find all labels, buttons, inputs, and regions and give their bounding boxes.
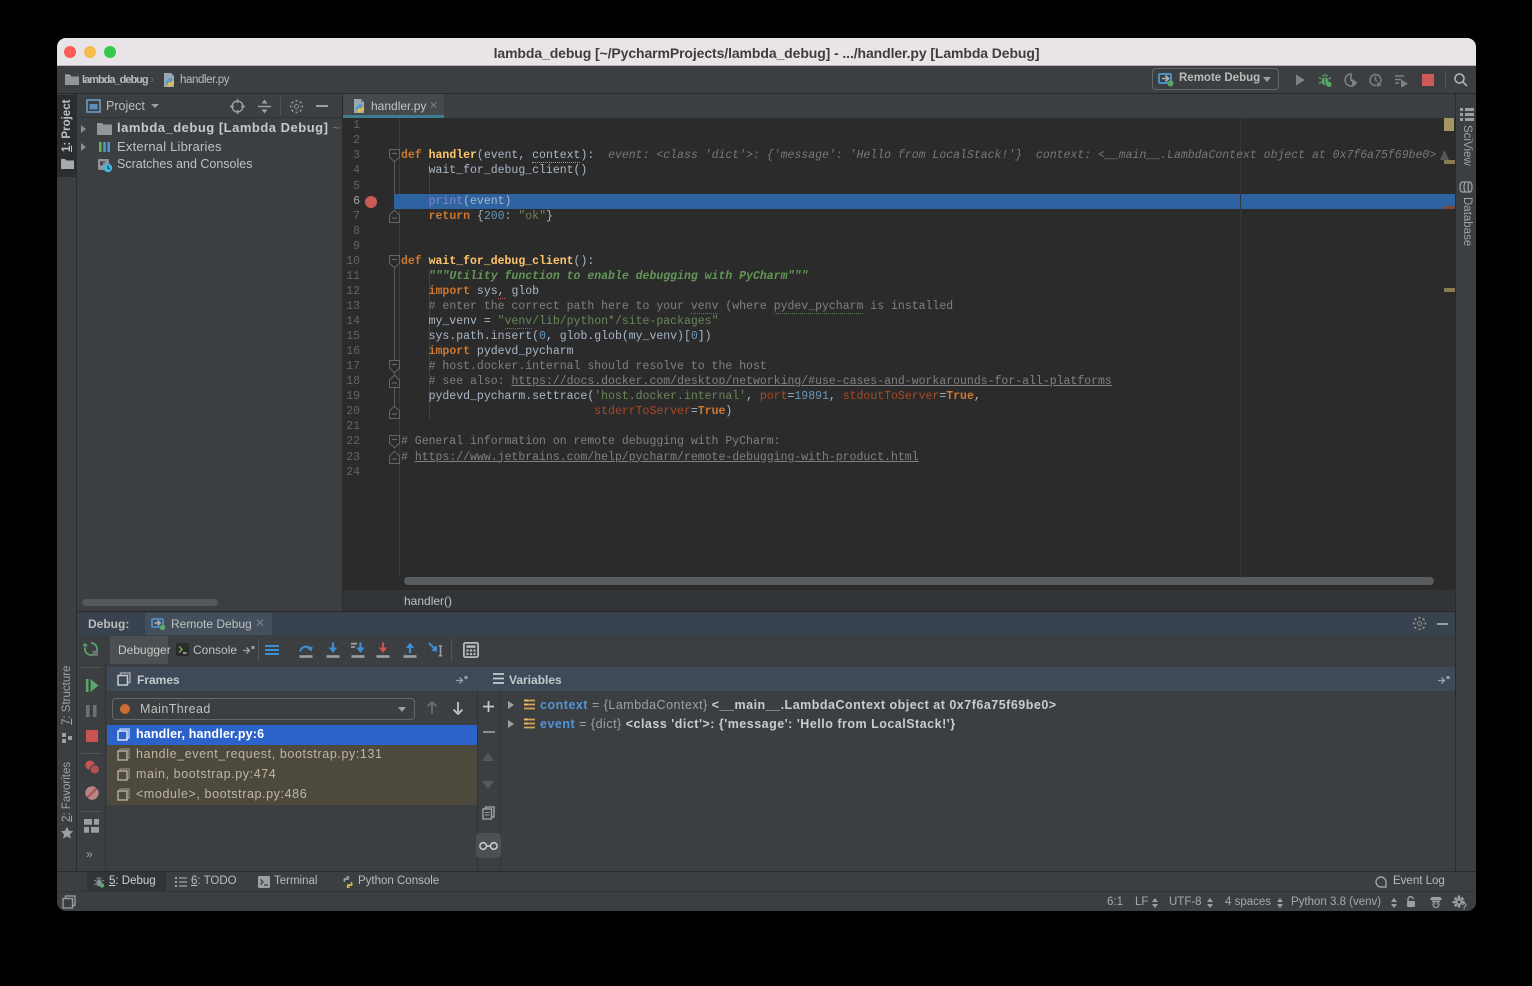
svg-text:?: ? (1462, 902, 1467, 910)
